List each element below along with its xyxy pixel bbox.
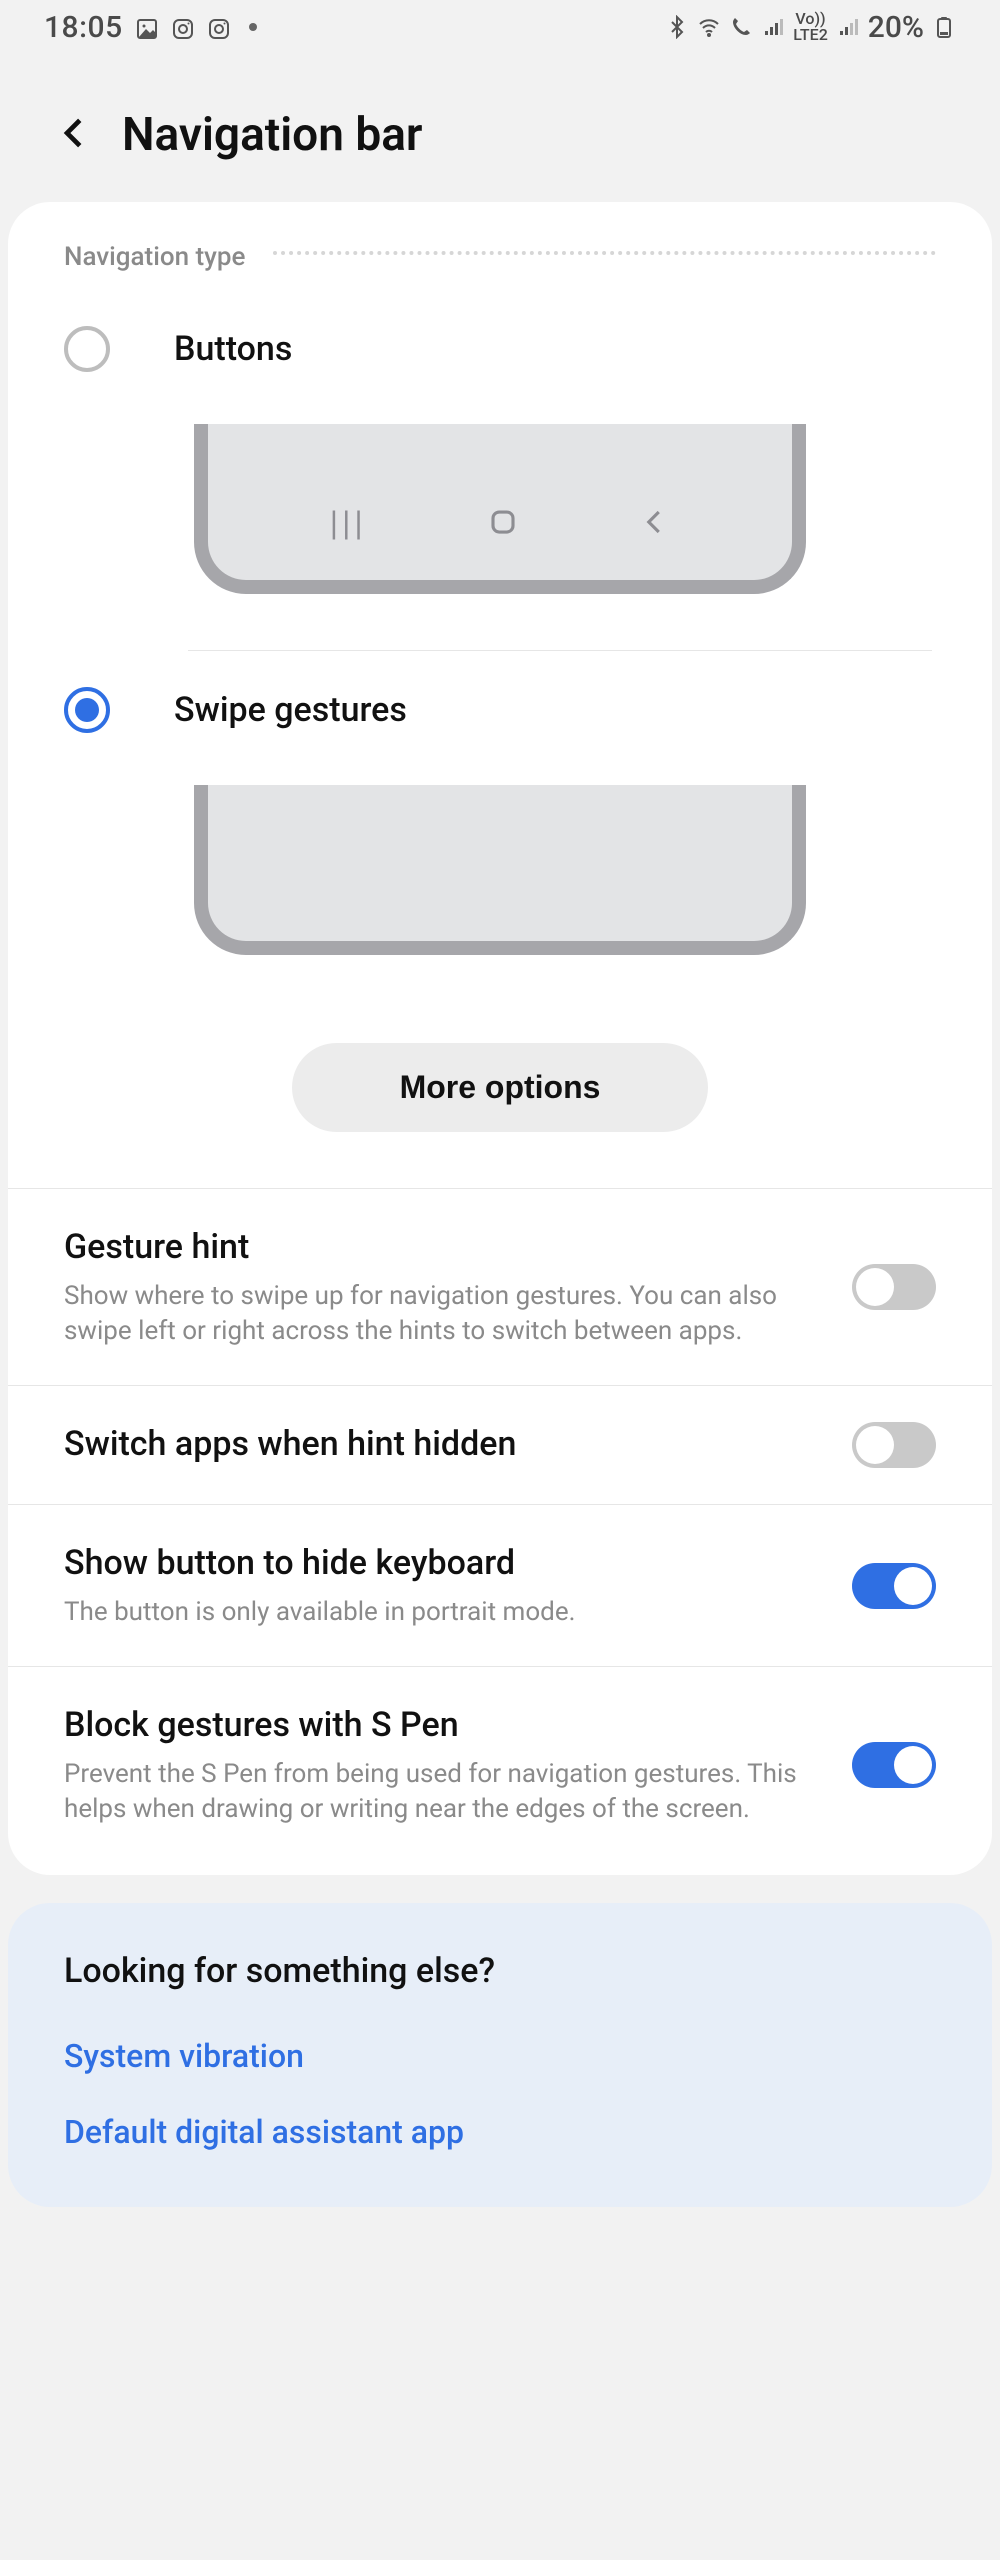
row-hide-kb[interactable]: Show button to hide keyboard The button …: [8, 1504, 992, 1666]
back-icon: [640, 507, 670, 541]
radio-swipe-gestures[interactable]: [64, 687, 110, 733]
bluetooth-icon: [665, 15, 689, 39]
page-title: Navigation bar: [122, 108, 422, 162]
home-icon: [488, 507, 518, 541]
row-block-spen[interactable]: Block gestures with S Pen Prevent the S …: [8, 1666, 992, 1875]
link-system-vibration[interactable]: System vibration: [64, 2037, 936, 2075]
signal-1-icon: [761, 15, 785, 39]
related-settings-panel: Looking for something else? System vibra…: [8, 1903, 992, 2207]
option-swipe-gestures-label: Swipe gestures: [174, 690, 407, 730]
header: Navigation bar: [0, 54, 1000, 202]
recents-icon: |||: [330, 504, 367, 544]
row-hide-kb-title: Show button to hide keyboard: [64, 1541, 824, 1587]
switch-block-spen[interactable]: [852, 1742, 936, 1788]
volte-icon: Vo))LTE2: [793, 11, 828, 43]
switch-switch-apps[interactable]: [852, 1422, 936, 1468]
row-hide-kb-desc: The button is only available in portrait…: [64, 1595, 804, 1630]
row-gesture-hint-desc: Show where to swipe up for navigation ge…: [64, 1279, 804, 1349]
instagram-icon: [171, 15, 195, 39]
wifi-icon: [697, 15, 721, 39]
related-settings-title: Looking for something else?: [64, 1951, 936, 1991]
switch-gesture-hint[interactable]: [852, 1264, 936, 1310]
instagram-icon: [207, 15, 231, 39]
more-options-button[interactable]: More options: [292, 1043, 709, 1132]
row-gesture-hint-title: Gesture hint: [64, 1225, 824, 1271]
signal-2-icon: [836, 15, 860, 39]
status-bar: 18:05 Vo))LTE2 20%: [0, 0, 1000, 54]
preview-buttons: |||: [194, 424, 806, 594]
preview-gestures: [194, 785, 806, 955]
battery-icon: [932, 15, 956, 39]
option-swipe-gestures[interactable]: Swipe gestures: [8, 651, 992, 1011]
row-switch-apps-title: Switch apps when hint hidden: [64, 1422, 824, 1468]
battery-pct: 20%: [868, 10, 924, 45]
radio-buttons[interactable]: [64, 326, 110, 372]
more-notifications-icon: [249, 23, 257, 31]
option-buttons-label: Buttons: [174, 329, 292, 369]
row-switch-apps[interactable]: Switch apps when hint hidden: [8, 1385, 992, 1504]
section-divider-dots: [273, 251, 936, 255]
switch-hide-kb[interactable]: [852, 1563, 936, 1609]
picture-icon: [135, 15, 159, 39]
status-time: 18:05: [44, 10, 123, 45]
row-gesture-hint[interactable]: Gesture hint Show where to swipe up for …: [8, 1188, 992, 1385]
row-block-spen-title: Block gestures with S Pen: [64, 1703, 824, 1749]
back-button[interactable]: [56, 114, 94, 156]
link-default-assistant[interactable]: Default digital assistant app: [64, 2113, 936, 2151]
option-buttons[interactable]: Buttons |||: [8, 290, 992, 650]
row-block-spen-desc: Prevent the S Pen from being used for na…: [64, 1757, 804, 1827]
wifi-calling-icon: [729, 15, 753, 39]
section-label-navtype: Navigation type: [64, 242, 245, 272]
settings-card: Navigation type Buttons |||: [8, 202, 992, 1875]
